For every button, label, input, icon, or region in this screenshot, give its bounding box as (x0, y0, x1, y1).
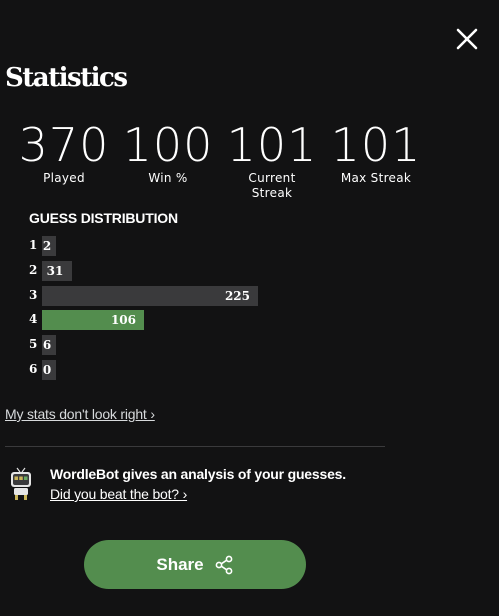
share-label: Share (156, 554, 204, 574)
stat-value: 101 (330, 118, 422, 172)
stats-wrong-link[interactable]: My stats don't look right › (5, 406, 155, 422)
bar-value: 31 (46, 263, 64, 278)
stat-value: 101 (226, 118, 318, 172)
stats-summary: 370 Played 100 Win % 101 Current Streak … (12, 120, 428, 201)
page-title: Statistics (5, 63, 128, 93)
stat-label: Played (43, 171, 85, 185)
stat-value: 100 (122, 118, 214, 172)
guess-number: 6 (29, 361, 38, 376)
close-button[interactable] (452, 24, 482, 54)
guess-number: 4 (29, 312, 38, 327)
stat-win-percent: 100 Win % (116, 120, 220, 201)
bar-value: 0 (42, 362, 52, 377)
distribution-bar: 2 (42, 236, 56, 256)
guess-number: 5 (29, 337, 38, 352)
guess-number: 1 (29, 238, 38, 252)
share-icon (215, 555, 233, 574)
stat-label: Current Streak (248, 171, 296, 200)
stat-label: Max Streak (340, 171, 412, 185)
stat-value: 370 (18, 118, 110, 172)
wordlebot-text: WordleBot gives an analysis of your gues… (50, 466, 346, 482)
share-button[interactable]: Share (84, 540, 306, 589)
bar-value: 106 (110, 313, 136, 328)
distribution-bar: 0 (42, 359, 56, 380)
distribution-bar: 225 (42, 285, 258, 306)
bar-value: 2 (42, 239, 52, 253)
robot-icon (9, 467, 33, 506)
guess-number: 2 (29, 262, 38, 277)
distribution-bar: 106 (42, 310, 144, 331)
wordlebot-link[interactable]: Did you beat the bot? › (50, 486, 187, 502)
bar-value: 225 (224, 288, 250, 303)
divider (5, 446, 385, 447)
stat-played: 370 Played (12, 120, 116, 201)
stat-label: Win % (148, 171, 188, 185)
distribution-title: GUESS DISTRIBUTION (29, 210, 178, 226)
bar-value: 6 (42, 338, 52, 353)
close-icon (456, 28, 478, 50)
stat-current-streak: 101 Current Streak (220, 120, 324, 201)
distribution-bar: 6 (42, 335, 56, 356)
distribution-bar: 31 (42, 260, 72, 281)
stat-max-streak: 101 Max Streak (324, 120, 428, 201)
guess-number: 3 (29, 287, 38, 302)
